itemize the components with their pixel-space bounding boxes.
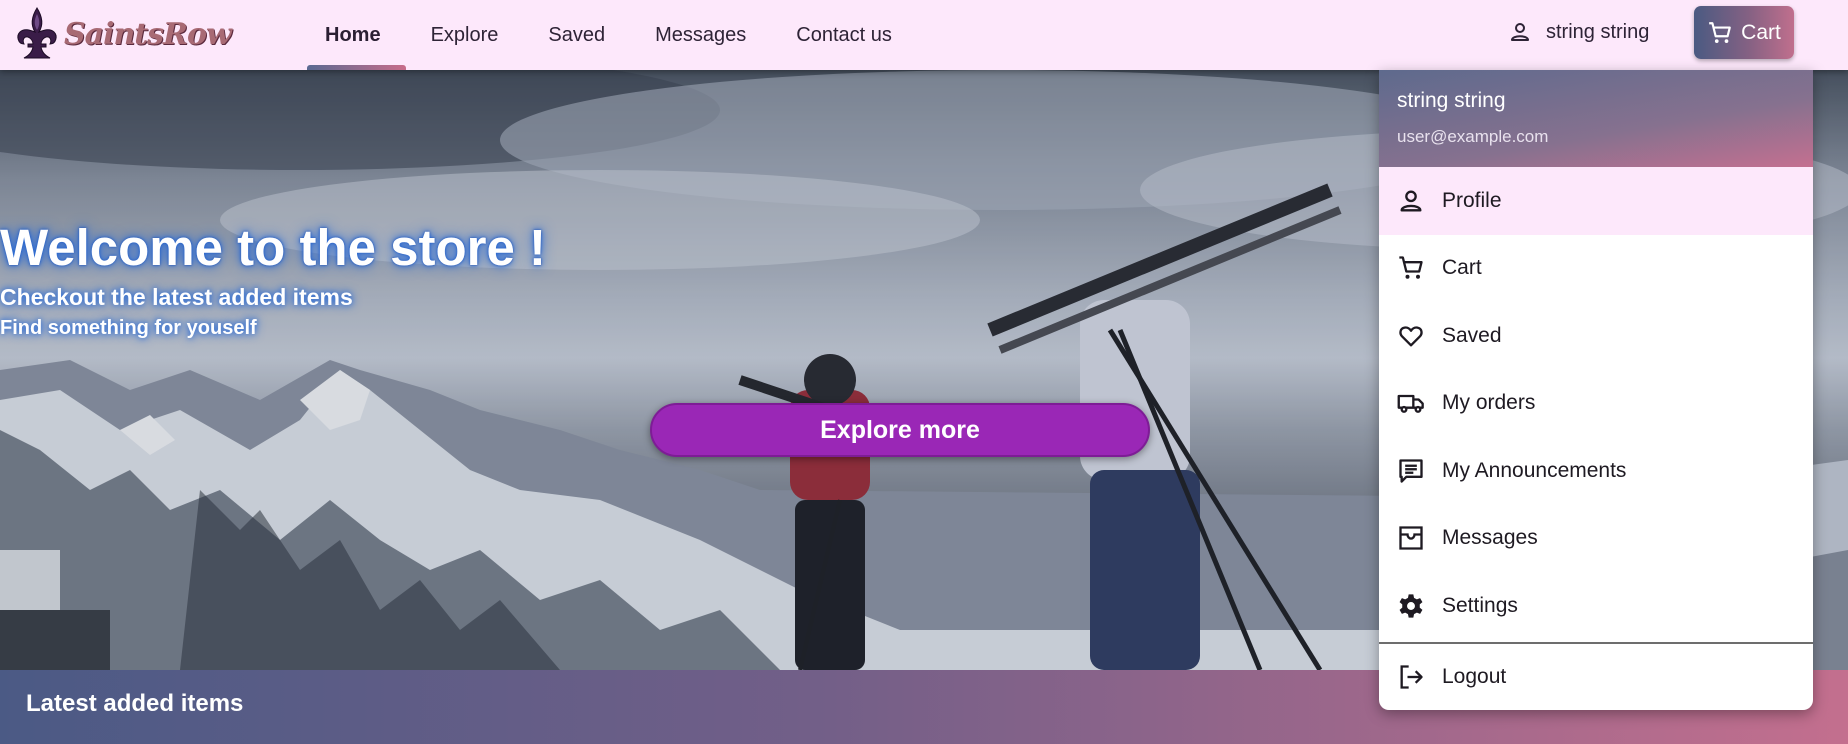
user-name: string string [1546,20,1650,43]
announcement-icon [1399,459,1423,483]
person-icon [1400,190,1422,212]
menu-item-my-announcements[interactable]: My Announcements [1379,437,1813,505]
brand-logo[interactable]: SaintsRow [14,6,232,62]
menu-user-header: string string user@example.com [1379,70,1813,167]
brand-name: SaintsRow [64,16,232,52]
heart-icon [1399,326,1423,347]
menu-item-messages[interactable]: Messages [1379,505,1813,573]
menu-user-name: string string [1397,89,1506,112]
inbox-icon [1399,526,1423,550]
menu-item-label: Settings [1442,593,1518,617]
menu-item-label: Profile [1442,188,1502,212]
latest-items-title: Latest added items [26,690,244,717]
gear-icon [1399,594,1423,618]
truck-icon [1397,395,1424,414]
user-dropdown-menu: string string user@example.com Profile C… [1379,70,1813,710]
fleur-de-lis-icon [17,7,57,59]
menu-item-profile[interactable]: Profile [1379,167,1813,235]
nav-saved[interactable]: Saved [523,0,630,70]
explore-more-button[interactable]: Explore more [650,403,1150,457]
menu-item-label: Messages [1442,526,1538,550]
cart-icon [1399,256,1423,279]
cart-label: Cart [1741,20,1781,44]
menu-item-label: My Announcements [1442,458,1627,482]
menu-item-label: My orders [1442,391,1536,415]
nav-contact-us[interactable]: Contact us [771,0,917,70]
menu-item-settings[interactable]: Settings [1379,572,1813,640]
nav-home[interactable]: Home [300,0,406,70]
menu-item-my-orders[interactable]: My orders [1379,370,1813,438]
cart-button[interactable]: Cart [1694,6,1794,59]
top-navbar: SaintsRow Home Explore Saved Messages Co… [0,0,1848,70]
user-account-button[interactable]: string string [1500,10,1657,54]
person-icon [1511,23,1529,41]
nav-explore[interactable]: Explore [406,0,524,70]
menu-item-saved[interactable]: Saved [1379,302,1813,370]
menu-item-label: Saved [1442,323,1502,347]
menu-item-label: Logout [1442,664,1507,688]
nav-messages[interactable]: Messages [630,0,771,70]
menu-item-label: Cart [1442,256,1482,280]
cart-icon [1709,21,1731,43]
main-nav: Home Explore Saved Messages Contact us [300,0,917,70]
menu-item-logout[interactable]: Logout [1379,644,1813,710]
menu-user-email: user@example.com [1397,127,1549,146]
menu-item-cart[interactable]: Cart [1379,235,1813,303]
logout-icon [1400,664,1423,689]
